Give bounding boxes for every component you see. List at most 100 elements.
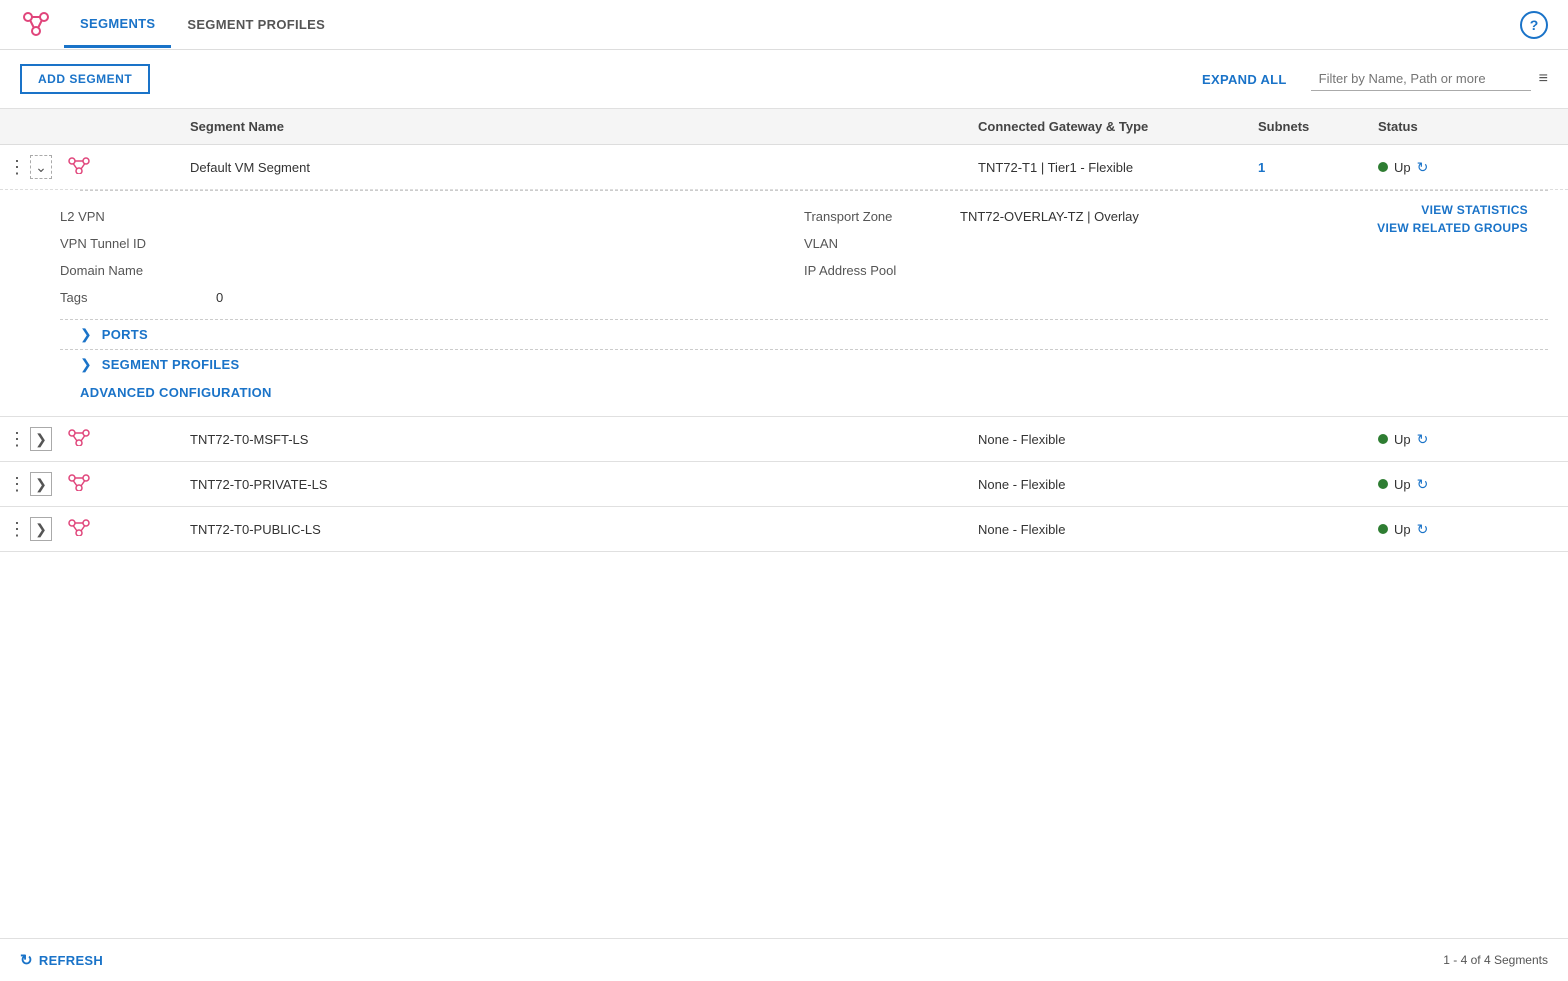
add-segment-button[interactable]: ADD SEGMENT xyxy=(20,64,150,94)
row-refresh-icon-3[interactable]: ↻ xyxy=(1417,476,1429,493)
gateway-type-4: None - Flexible xyxy=(968,522,1248,537)
segment-icon-2 xyxy=(60,428,180,451)
status-cell-1: Up ↻ xyxy=(1368,159,1568,176)
status-text-3: Up xyxy=(1394,477,1411,492)
segment-name-4: TNT72-T0-PUBLIC-LS xyxy=(180,522,968,537)
row-menu-button-4[interactable]: ⋮ xyxy=(8,520,26,538)
gateway-type-3: None - Flexible xyxy=(968,477,1248,492)
row-controls-4: ⋮ ❯ xyxy=(0,517,60,541)
help-icon[interactable]: ? xyxy=(1520,11,1548,39)
advanced-config-link[interactable]: ADVANCED CONFIGURATION xyxy=(60,379,1568,416)
status-dot-4 xyxy=(1378,524,1388,534)
pagination-text: 1 - 4 of 4 Segments xyxy=(1443,953,1548,967)
view-links: VIEW STATISTICS VIEW RELATED GROUPS xyxy=(1357,203,1548,235)
profiles-chevron: ❯ xyxy=(80,356,92,373)
col-status: Status xyxy=(1368,119,1568,134)
tags-value: 0 xyxy=(216,290,223,305)
row-main-2[interactable]: ⋮ ❯ TNT72-T0-MSFT-LS None - Flexible Up xyxy=(0,417,1568,461)
segment-name-2: TNT72-T0-MSFT-LS xyxy=(180,432,968,447)
segment-name-3: TNT72-T0-PRIVATE-LS xyxy=(180,477,968,492)
vpntunnel-label: VPN Tunnel ID xyxy=(60,236,200,251)
transport-value: TNT72-OVERLAY-TZ | Overlay xyxy=(960,209,1139,224)
detail-vlan: VLAN xyxy=(804,230,1139,257)
status-text-2: Up xyxy=(1394,432,1411,447)
ports-chevron: ❯ xyxy=(80,326,92,343)
col-segment-name: Segment Name xyxy=(180,119,968,134)
row-refresh-icon-4[interactable]: ↻ xyxy=(1417,521,1429,538)
table-row: ⋮ ❯ TNT72-T0-PUBLIC-LS None - Flexible U… xyxy=(0,507,1568,552)
detail-domain: Domain Name xyxy=(60,257,804,284)
segment-icon-1 xyxy=(60,156,180,179)
row-main-3[interactable]: ⋮ ❯ TNT72-T0-PRIVATE-LS None - Flexible … xyxy=(0,462,1568,506)
status-cell-4: Up ↻ xyxy=(1368,521,1568,538)
row-main-1[interactable]: ⋮ ⌄ Default VM Segment TNT72-T1 | Tier1 … xyxy=(0,145,1568,189)
ippool-label: IP Address Pool xyxy=(804,263,944,278)
row-controls-1: ⋮ ⌄ xyxy=(0,155,60,179)
transport-label: Transport Zone xyxy=(804,209,944,224)
segment-name-1: Default VM Segment xyxy=(180,160,968,175)
profiles-label: SEGMENT PROFILES xyxy=(102,357,240,372)
ports-label: PORTS xyxy=(102,327,148,342)
expand-all-button[interactable]: EXPAND ALL xyxy=(1202,72,1287,87)
row-refresh-icon-2[interactable]: ↻ xyxy=(1417,431,1429,448)
table-row: ⋮ ⌄ Default VM Segment TNT72-T1 | Tier1 … xyxy=(0,145,1568,417)
refresh-button[interactable]: ↻ REFRESH xyxy=(20,951,103,969)
row-main-4[interactable]: ⋮ ❯ TNT72-T0-PUBLIC-LS None - Flexible U… xyxy=(0,507,1568,551)
col-actions xyxy=(0,119,60,134)
col-subnets: Subnets xyxy=(1248,119,1368,134)
status-cell-3: Up ↻ xyxy=(1368,476,1568,493)
gateway-type-2: None - Flexible xyxy=(968,432,1248,447)
detail-right: Transport Zone TNT72-OVERLAY-TZ | Overla… xyxy=(804,203,1548,311)
row-menu-button-2[interactable]: ⋮ xyxy=(8,430,26,448)
status-text-1: Up xyxy=(1394,160,1411,175)
gateway-type-1: TNT72-T1 | Tier1 - Flexible xyxy=(968,160,1248,175)
detail-left: L2 VPN VPN Tunnel ID Domain Name Tags 0 xyxy=(60,203,804,311)
ports-section[interactable]: ❯ PORTS xyxy=(60,320,1568,349)
segment-profiles-section[interactable]: ❯ SEGMENT PROFILES xyxy=(60,350,1568,379)
refresh-spin-icon: ↻ xyxy=(20,951,33,969)
subnets-count-1[interactable]: 1 xyxy=(1248,160,1368,175)
view-statistics-link[interactable]: VIEW STATISTICS xyxy=(1421,203,1528,217)
filter-icon[interactable]: ≡ xyxy=(1539,70,1548,88)
tags-label: Tags xyxy=(60,290,200,305)
refresh-label: REFRESH xyxy=(39,953,103,968)
table-row: ⋮ ❯ TNT72-T0-PRIVATE-LS None - Flexible … xyxy=(0,462,1568,507)
view-groups-link[interactable]: VIEW RELATED GROUPS xyxy=(1377,221,1528,235)
table-header: Segment Name Connected Gateway & Type Su… xyxy=(0,109,1568,145)
detail-l2vpn: L2 VPN xyxy=(60,203,804,230)
tab-segments[interactable]: SEGMENTS xyxy=(64,2,171,48)
detail-ippool: IP Address Pool xyxy=(804,257,1139,284)
table-row: ⋮ ❯ TNT72-T0-MSFT-LS None - Flexible Up xyxy=(0,417,1568,462)
nav-logo xyxy=(20,9,52,40)
toolbar: ADD SEGMENT EXPAND ALL ≡ xyxy=(0,50,1568,109)
row-refresh-icon-1[interactable]: ↻ xyxy=(1417,159,1429,176)
segment-icon-3 xyxy=(60,473,180,496)
row-expand-button-3[interactable]: ❯ xyxy=(30,472,52,496)
row-expand-button-1[interactable]: ⌄ xyxy=(30,155,52,179)
row-menu-button-1[interactable]: ⋮ xyxy=(8,158,26,176)
col-gateway: Connected Gateway & Type xyxy=(968,119,1248,134)
row-menu-button-3[interactable]: ⋮ xyxy=(8,475,26,493)
status-dot-3 xyxy=(1378,479,1388,489)
detail-vpntunnel: VPN Tunnel ID xyxy=(60,230,804,257)
row-expand-button-4[interactable]: ❯ xyxy=(30,517,52,541)
row-controls-2: ⋮ ❯ xyxy=(0,427,60,451)
vlan-label: VLAN xyxy=(804,236,944,251)
filter-input[interactable] xyxy=(1311,67,1531,91)
detail-tags: Tags 0 xyxy=(60,284,804,311)
status-dot-2 xyxy=(1378,434,1388,444)
status-dot-1 xyxy=(1378,162,1388,172)
row-expand-button-2[interactable]: ❯ xyxy=(30,427,52,451)
status-text-4: Up xyxy=(1394,522,1411,537)
l2vpn-label: L2 VPN xyxy=(60,209,200,224)
tab-segment-profiles[interactable]: SEGMENT PROFILES xyxy=(171,3,341,46)
col-icon xyxy=(60,119,180,134)
row-detail-1: L2 VPN VPN Tunnel ID Domain Name Tags 0 xyxy=(0,189,1568,416)
detail-transport: Transport Zone TNT72-OVERLAY-TZ | Overla… xyxy=(804,203,1139,230)
segment-icon-4 xyxy=(60,518,180,541)
domain-label: Domain Name xyxy=(60,263,200,278)
status-cell-2: Up ↻ xyxy=(1368,431,1568,448)
row-controls-3: ⋮ ❯ xyxy=(0,472,60,496)
bottom-bar: ↻ REFRESH 1 - 4 of 4 Segments xyxy=(0,938,1568,981)
segments-table: Segment Name Connected Gateway & Type Su… xyxy=(0,109,1568,552)
